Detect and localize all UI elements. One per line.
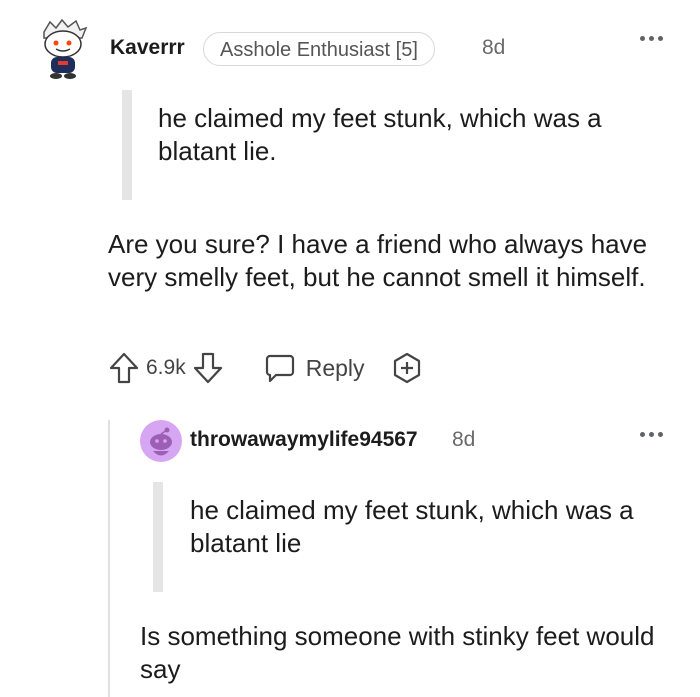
quoted-text: he claimed my feet stunk, which was a bl…: [158, 103, 602, 166]
user-flair: Asshole Enthusiast [5]: [203, 32, 435, 66]
avatar[interactable]: [140, 420, 182, 462]
quoted-text: he claimed my feet stunk, which was a bl…: [190, 495, 634, 558]
snoo-avatar-icon: [43, 18, 88, 79]
thread-line[interactable]: [108, 420, 110, 697]
username[interactable]: Kaverrr: [110, 36, 185, 60]
more-options-icon[interactable]: [640, 432, 663, 437]
upvote-icon[interactable]: [108, 351, 140, 385]
quote-bar: [122, 90, 132, 200]
reply-label: Reply: [305, 354, 365, 381]
username[interactable]: throwawaymylife94567: [190, 428, 418, 452]
award-button[interactable]: [391, 352, 423, 384]
timestamp[interactable]: 8d: [482, 36, 505, 60]
more-options-icon[interactable]: [640, 36, 663, 41]
comment-body: Are you sure? I have a friend who always…: [108, 229, 648, 292]
award-icon: [393, 352, 420, 384]
comment-actions: 6.9k Reply: [108, 348, 423, 388]
quote-bar: [153, 482, 163, 592]
downvote-icon[interactable]: [192, 351, 224, 385]
avatar[interactable]: [36, 18, 90, 80]
vote-count: 6.9k: [146, 356, 186, 379]
timestamp[interactable]: 8d: [452, 428, 475, 452]
reply-button[interactable]: Reply: [264, 353, 365, 383]
reply-icon: [265, 354, 294, 383]
comment-body: Is something someone with stinky feet wo…: [140, 621, 655, 684]
snoo-avatar-icon: [140, 420, 182, 462]
